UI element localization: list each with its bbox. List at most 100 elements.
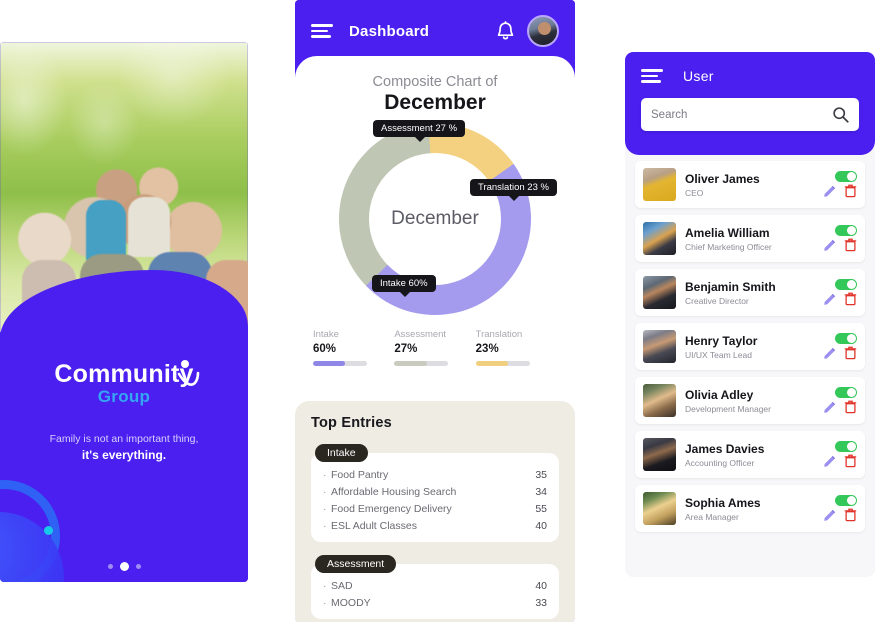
hamburger-menu-icon[interactable] — [641, 69, 663, 83]
user-role: UI/UX Team Lead — [685, 349, 752, 360]
entry-group-assessment: Assessment · SAD 40 · MOODY 33 — [311, 554, 559, 619]
list-item[interactable]: · Affordable Housing Search 34 — [323, 483, 547, 500]
legend-label: Assessment — [394, 329, 447, 340]
dashboard-panel: Dashboard Composite Chart of December De… — [295, 0, 575, 622]
pager-dot-1[interactable] — [107, 564, 113, 569]
entry-name: MOODY — [331, 596, 371, 609]
legend-label: Intake — [313, 329, 339, 340]
user-name: Benjamin Smith — [685, 279, 776, 294]
brand-name-secondary: Group — [97, 387, 151, 406]
status-toggle[interactable] — [835, 495, 857, 506]
entry-value: 33 — [535, 596, 547, 609]
chart-title: December — [384, 91, 486, 114]
status-toggle[interactable] — [835, 171, 857, 182]
notification-bell-icon[interactable] — [496, 20, 515, 42]
user-name: Oliver James — [685, 171, 760, 186]
edit-pencil-icon[interactable] — [823, 455, 836, 468]
user-role: Creative Director — [685, 295, 749, 306]
dashboard-content-sheet: Composite Chart of December December Ass… — [295, 56, 575, 622]
entry-name: Affordable Housing Search — [331, 485, 457, 498]
user-list-panel: User Oliver James CEO — [625, 52, 875, 577]
user-role: Chief Marketing Officer — [685, 241, 772, 252]
delete-trash-icon[interactable] — [844, 400, 857, 414]
decor-dot — [44, 526, 53, 535]
avatar — [643, 330, 676, 363]
top-entries-heading: Top Entries — [311, 415, 392, 431]
donut-center-label: December — [391, 208, 479, 229]
status-toggle[interactable] — [835, 333, 857, 344]
delete-trash-icon[interactable] — [844, 292, 857, 306]
user-name: Olivia Adley — [685, 387, 754, 402]
list-item[interactable]: · Food Emergency Delivery 55 — [323, 500, 547, 517]
table-row[interactable]: Olivia Adley Development Manager — [635, 377, 865, 424]
delete-trash-icon[interactable] — [844, 184, 857, 198]
bullet-icon: · — [323, 502, 327, 515]
status-toggle[interactable] — [835, 279, 857, 290]
status-toggle[interactable] — [835, 225, 857, 236]
list-item[interactable]: · MOODY 33 — [323, 594, 547, 611]
legend-item-intake: Intake 60% — [313, 329, 394, 366]
legend-item-translation: Translation 23% — [475, 329, 557, 366]
delete-trash-icon[interactable] — [844, 454, 857, 468]
delete-trash-icon[interactable] — [844, 508, 857, 522]
entry-value: 34 — [535, 485, 547, 498]
top-entries-section: Top Entries Intake · Food Pantry 35 · Af… — [295, 401, 575, 622]
search-input[interactable] — [651, 108, 832, 121]
bullet-icon: · — [323, 519, 327, 532]
bullet-icon: · — [323, 468, 327, 481]
edit-pencil-icon[interactable] — [823, 401, 836, 414]
bullet-icon: · — [323, 579, 327, 592]
bullet-icon: · — [323, 596, 327, 609]
list-item[interactable]: · SAD 40 — [323, 577, 547, 594]
pager-dot-3[interactable] — [135, 564, 141, 569]
edit-pencil-icon[interactable] — [823, 509, 836, 522]
entry-card: · Food Pantry 35 · Affordable Housing Se… — [311, 453, 559, 542]
user-list: Oliver James CEO Amelia William Chief Ma… — [625, 155, 875, 532]
entry-name: Food Pantry — [331, 468, 389, 481]
dashboard-header: Dashboard — [295, 0, 575, 62]
avatar — [643, 492, 676, 525]
avatar[interactable] — [527, 15, 559, 47]
delete-trash-icon[interactable] — [844, 346, 857, 360]
tooltip-intake: Intake 60% — [372, 275, 436, 297]
group-chip: Assessment — [315, 555, 397, 573]
tagline-line-2: it's everything. — [81, 448, 167, 462]
entry-value: 35 — [535, 468, 547, 481]
table-row[interactable]: James Davies Accounting Officer — [635, 431, 865, 478]
list-item[interactable]: · ESL Adult Classes 40 — [323, 517, 547, 534]
group-chip: Intake — [315, 444, 368, 462]
edit-pencil-icon[interactable] — [823, 293, 836, 306]
search-icon[interactable] — [832, 106, 849, 123]
page-title: Dashboard — [349, 22, 430, 40]
brand-name-primary: Community — [54, 360, 194, 388]
tagline: Family is not an important thing, it's e… — [0, 431, 248, 464]
user-name: James Davies — [685, 441, 765, 456]
user-role: CEO — [685, 187, 704, 198]
table-row[interactable]: Sophia Ames Area Manager — [635, 485, 865, 532]
entry-name: ESL Adult Classes — [331, 519, 417, 532]
search-bar[interactable] — [641, 98, 859, 131]
hamburger-menu-icon[interactable] — [311, 24, 333, 38]
edit-pencil-icon[interactable] — [823, 347, 836, 360]
table-row[interactable]: Amelia William Chief Marketing Officer — [635, 215, 865, 262]
status-toggle[interactable] — [835, 441, 857, 452]
pager-dot-2-active[interactable] — [119, 562, 129, 571]
app-mockup-stage: Community Group Family is not an importa… — [0, 0, 875, 622]
user-role: Area Manager — [685, 511, 739, 522]
user-role: Development Manager — [685, 403, 771, 414]
status-toggle[interactable] — [835, 387, 857, 398]
edit-pencil-icon[interactable] — [823, 185, 836, 198]
pagination-dots[interactable] — [0, 562, 248, 571]
legend-label: Translation — [475, 329, 523, 340]
table-row[interactable]: Henry Taylor UI/UX Team Lead — [635, 323, 865, 370]
table-row[interactable]: Oliver James CEO — [635, 161, 865, 208]
delete-trash-icon[interactable] — [844, 238, 857, 252]
table-row[interactable]: Benjamin Smith Creative Director — [635, 269, 865, 316]
page-title: User — [683, 68, 714, 84]
edit-pencil-icon[interactable] — [823, 239, 836, 252]
list-item[interactable]: · Food Pantry 35 — [323, 466, 547, 483]
user-name: Amelia William — [685, 225, 770, 240]
entry-value: 55 — [535, 502, 547, 515]
user-name: Sophia Ames — [685, 495, 761, 510]
tagline-line-1: Family is not an important thing, — [49, 433, 199, 445]
